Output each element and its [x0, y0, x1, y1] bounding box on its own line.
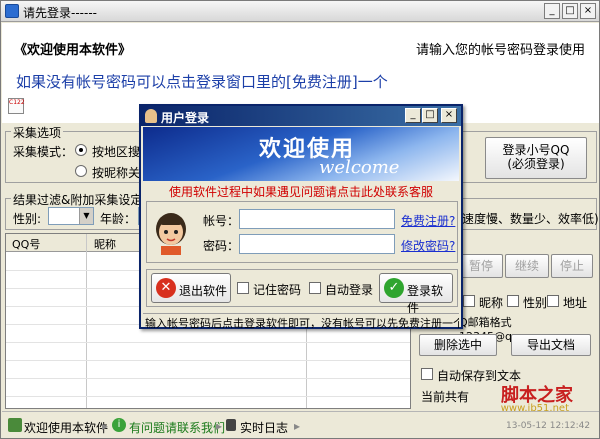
login-qq-button[interactable]: 登录小号QQ (必须登录) — [485, 137, 587, 179]
register-link[interactable]: 免费注册? — [401, 212, 455, 229]
status-contact-link[interactable]: 有问题请联系我们 — [129, 419, 225, 436]
radio-region[interactable] — [75, 144, 87, 156]
login-dialog: 用户登录 _ □ × 欢迎使用 welcome 使用软件过程中如果遇见问题请点击… — [139, 104, 463, 329]
auto-login-checkbox[interactable] — [309, 282, 321, 294]
close-icon: ✕ — [156, 278, 176, 298]
chk-nickname[interactable] — [463, 295, 475, 307]
gender-select[interactable]: ▼ — [48, 207, 94, 225]
collect-options-label: 采集选项 — [11, 124, 64, 141]
support-notice-link[interactable]: 使用软件过程中如果遇见问题请点击此处联系客服 — [141, 183, 461, 200]
status-time: 13-05-12 12:12:42 — [506, 421, 591, 431]
monitor-icon — [226, 419, 236, 431]
chevron-down-icon: ▼ — [79, 208, 93, 224]
export-doc-button[interactable]: 导出文档 — [511, 334, 591, 356]
row-divider — [6, 378, 410, 379]
row-divider — [6, 396, 410, 397]
chk-address[interactable] — [547, 295, 559, 307]
avatar — [156, 213, 186, 255]
login-button[interactable]: ✓ 登录软件 — [379, 273, 453, 315]
user-icon — [145, 109, 157, 123]
chk-gender[interactable] — [507, 295, 519, 307]
auto-login-label: 自动登录 — [325, 283, 374, 297]
minimize-button[interactable]: _ — [544, 3, 560, 19]
status-welcome: 欢迎使用本软件 — [24, 421, 109, 435]
dialog-banner: 欢迎使用 welcome — [143, 127, 459, 181]
password-input[interactable] — [239, 234, 395, 254]
age-label: 年龄： — [100, 212, 137, 226]
chk-gender-label: 性别 — [523, 296, 548, 310]
collect-mode-label: 采集模式： — [13, 145, 74, 159]
col-qq[interactable]: QQ号 — [12, 236, 40, 252]
stop-button[interactable]: 停止 — [551, 254, 593, 278]
exit-button-label: 退出软件 — [179, 284, 228, 298]
pause-button[interactable]: 暂停 — [459, 254, 503, 278]
chk-auto-save[interactable] — [421, 368, 433, 380]
banner-instruction: 请输入您的帐号密码登录使用 — [415, 43, 585, 58]
banner-register-hint: 如果没有帐号密码可以点击登录窗口里的[免费注册]一个 — [16, 73, 388, 91]
column-divider — [86, 234, 87, 408]
filter-group-label: 结果过滤&附加采集设定 — [11, 191, 145, 208]
maximize-button[interactable]: □ — [562, 3, 578, 19]
calendar-icon: C122 — [8, 98, 25, 114]
delete-selected-button[interactable]: 删除选中 — [419, 334, 497, 356]
row-divider — [6, 342, 410, 343]
dialog-minimize-button[interactable]: _ — [405, 108, 421, 123]
title-bar: 请先登录------ _ □ × — [1, 1, 599, 22]
user-icon — [8, 418, 22, 432]
login-form: 帐号： 免费注册? 密码： 修改密码? — [146, 201, 458, 263]
check-icon: ✓ — [384, 278, 404, 298]
login-button-label: 登录软件 — [407, 284, 444, 315]
status-log[interactable]: 实时日志 — [240, 419, 288, 436]
dialog-maximize-button[interactable]: □ — [422, 108, 438, 123]
status-separator: ▸ — [216, 419, 223, 433]
status-separator: ▸ — [102, 419, 109, 433]
password-label: 密码： — [203, 239, 240, 253]
dialog-title: 用户登录 — [161, 111, 210, 125]
remember-password-checkbox[interactable] — [237, 282, 249, 294]
current-total-label: 当前共有 — [421, 390, 470, 404]
gender-label: 性别: — [13, 212, 42, 226]
row-divider — [6, 360, 410, 361]
status-bar: 欢迎使用本软件 ▸ i 有问题请联系我们 ▸ 实时日志 ▸ 13-05-12 1… — [2, 411, 599, 438]
chk-address-label: 地址 — [563, 296, 588, 310]
app-icon — [5, 4, 19, 18]
remember-password-label: 记住密码 — [253, 283, 302, 297]
dialog-title-bar: 用户登录 _ □ × — [141, 106, 461, 126]
exit-button[interactable]: ✕ 退出软件 — [151, 273, 231, 303]
dialog-actions: ✕ 退出软件 记住密码 自动登录 ✓ 登录软件 — [146, 269, 458, 315]
window-title: 请先登录------ — [23, 6, 97, 20]
banner-welcome: 《欢迎使用本软件》 — [14, 43, 132, 58]
dialog-close-button[interactable]: × — [441, 108, 457, 123]
close-button[interactable]: × — [580, 3, 596, 19]
chk-nickname-label: 昵称 — [479, 296, 504, 310]
banner-welcome-en: welcome — [319, 157, 400, 178]
col-nickname[interactable]: 昵称 — [94, 236, 116, 252]
change-password-link[interactable]: 修改密码? — [401, 237, 455, 254]
continue-button[interactable]: 继续 — [505, 254, 549, 278]
account-input[interactable] — [239, 209, 395, 229]
filter-note: 速度慢、数量少、效率低) — [462, 212, 599, 226]
info-icon: i — [112, 418, 126, 432]
status-separator: ▸ — [294, 419, 301, 433]
radio-keyword[interactable] — [75, 165, 87, 177]
dialog-hint: 输入帐号密码后点击登录软件即可，没有帐号可以先免费注册一个 — [143, 313, 459, 328]
account-label: 帐号： — [203, 214, 240, 228]
